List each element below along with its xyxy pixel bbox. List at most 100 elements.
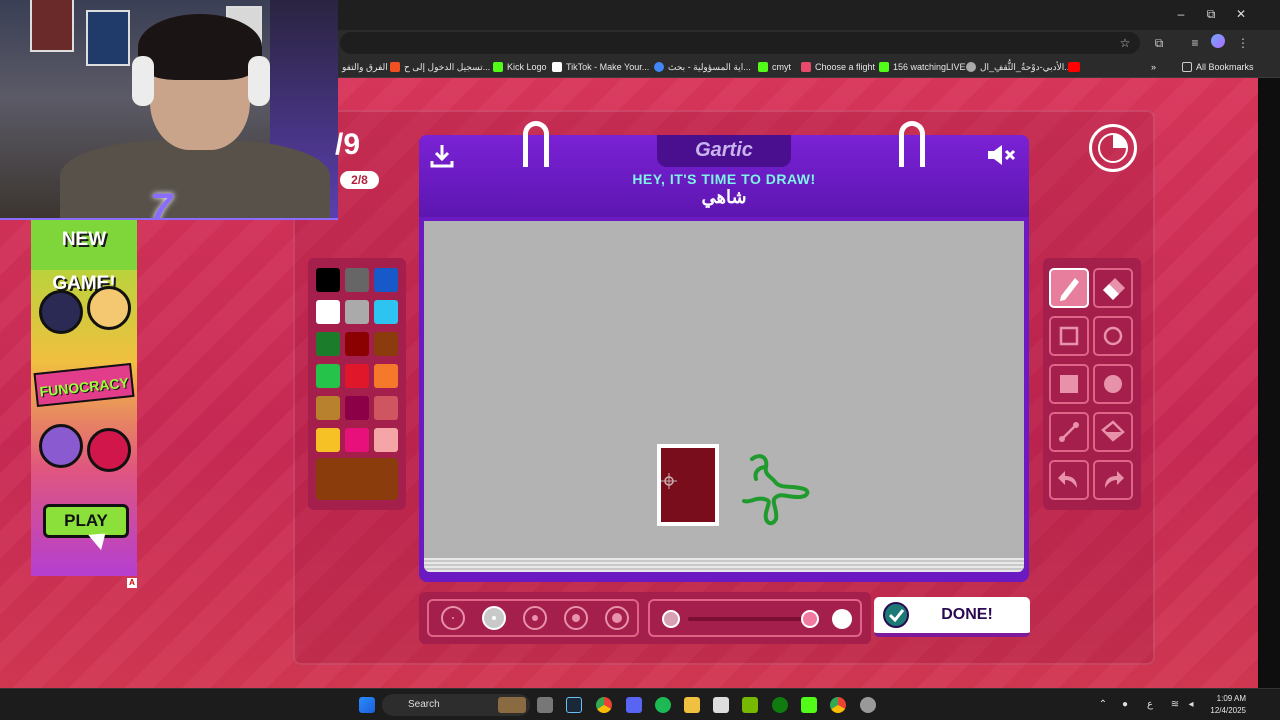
brush-size-button[interactable] <box>441 606 465 630</box>
fill-bucket-tool-button[interactable] <box>1093 412 1133 452</box>
start-icon[interactable] <box>359 697 375 713</box>
nvidia-icon[interactable] <box>742 697 758 713</box>
minimize-button[interactable]: – <box>1170 4 1192 24</box>
download-icon[interactable] <box>427 141 457 171</box>
file-explorer-icon[interactable] <box>684 697 700 713</box>
line-tool-button[interactable] <box>1049 412 1089 452</box>
wall-poster <box>30 0 74 52</box>
undo-button[interactable] <box>1049 460 1089 500</box>
discord-icon[interactable] <box>626 697 642 713</box>
bookmark-item[interactable]: 156 watchingLIVE <box>879 59 966 75</box>
eraser-tool-button[interactable] <box>1093 268 1133 308</box>
bookmark-item[interactable]: Kick Logo <box>493 59 547 75</box>
spotify-icon[interactable] <box>655 697 671 713</box>
color-swatch[interactable] <box>345 268 369 292</box>
color-swatch[interactable] <box>374 268 398 292</box>
undo-icon <box>1058 471 1077 488</box>
rectangle-outline-tool-button[interactable] <box>1049 316 1089 356</box>
rectangle-fill-tool-button[interactable] <box>1049 364 1089 404</box>
color-swatch[interactable] <box>374 300 398 324</box>
color-swatch[interactable] <box>316 300 340 324</box>
redo-button[interactable] <box>1093 460 1133 500</box>
brush-size-button[interactable] <box>523 606 547 630</box>
address-bar[interactable] <box>340 32 1140 54</box>
language-indicator[interactable]: ع <box>1143 698 1157 712</box>
color-swatch[interactable] <box>345 300 369 324</box>
bookmark-item[interactable]: تسجيل الدخول إلى ح... <box>390 59 490 75</box>
bookmarks-overflow-button[interactable]: » <box>1151 59 1156 75</box>
all-bookmarks-button[interactable]: All Bookmarks <box>1182 59 1254 75</box>
color-swatch[interactable] <box>316 364 340 388</box>
bookmark-item[interactable]: اية المسؤولية - بحث... <box>654 59 751 75</box>
color-swatch[interactable] <box>345 364 369 388</box>
done-button[interactable]: DONE! <box>874 597 1030 637</box>
color-swatch[interactable] <box>316 428 340 452</box>
microphone-icon[interactable]: ● <box>1118 698 1132 712</box>
color-palette <box>308 258 406 510</box>
color-swatch[interactable] <box>316 396 340 420</box>
color-swatch[interactable] <box>316 332 340 356</box>
maximize-button[interactable]: ⧉ <box>1200 4 1222 24</box>
media-icon[interactable]: ≡ <box>1186 34 1204 52</box>
extensions-icon[interactable]: ⧉ <box>1150 34 1168 52</box>
color-swatch[interactable] <box>345 332 369 356</box>
page-scrollbar[interactable] <box>1258 78 1280 688</box>
color-swatch[interactable] <box>374 332 398 356</box>
drawing-canvas[interactable] <box>424 221 1024 558</box>
redo-icon <box>1105 471 1124 488</box>
notification-icon[interactable] <box>1258 698 1272 712</box>
opacity-track[interactable] <box>688 617 810 621</box>
volume-icon[interactable]: ◂ <box>1184 698 1198 712</box>
pencil-icon <box>1060 278 1079 301</box>
bookmark-item[interactable]: الأدبي-دوْحةُ_الثُّقفِ_ال... <box>966 59 1072 75</box>
store-icon[interactable] <box>713 697 729 713</box>
ad-choices-badge[interactable]: A <box>127 578 137 588</box>
bookmark-item[interactable]: cmyt <box>758 59 791 75</box>
brush-size-button[interactable] <box>605 606 629 630</box>
draw-prompt: HEY, IT'S TIME TO DRAW! <box>632 171 816 187</box>
bookmark-label: cmyt <box>772 62 791 72</box>
color-swatch[interactable] <box>345 396 369 420</box>
brush-size-button[interactable] <box>564 606 588 630</box>
menu-icon[interactable]: ⋮ <box>1234 34 1252 52</box>
chrome-profile-icon[interactable] <box>830 697 846 713</box>
bookmark-item[interactable]: الفرق والتفو <box>342 59 388 75</box>
settings-icon[interactable] <box>860 697 876 713</box>
pencil-tool-button[interactable] <box>1049 268 1089 308</box>
ad-play-button[interactable]: PLAY <box>43 504 129 538</box>
color-swatch[interactable] <box>316 268 340 292</box>
kick-app-icon[interactable] <box>801 697 817 713</box>
current-color-swatch <box>316 458 398 500</box>
ad-banner[interactable]: NEW GAME! FUNOCRACY PLAY <box>31 218 137 576</box>
color-swatch[interactable] <box>374 428 398 452</box>
drawing-card: Gartic HEY, IT'S TIME TO DRAW! شاهي <box>419 121 1029 582</box>
clock-time[interactable]: 1:09 AM <box>1200 694 1246 703</box>
circle-fill-tool-button[interactable] <box>1093 364 1133 404</box>
steam-icon[interactable] <box>566 697 582 713</box>
brush-size-dot <box>572 614 580 622</box>
bookmark-item[interactable] <box>1068 59 1080 75</box>
tray-overflow-icon[interactable]: ⌃ <box>1096 698 1110 712</box>
xbox-icon[interactable] <box>772 697 788 713</box>
brush-size-group <box>427 599 639 637</box>
profile-avatar[interactable] <box>1211 34 1225 48</box>
star-icon[interactable]: ☆ <box>1116 34 1134 52</box>
color-swatch[interactable] <box>345 428 369 452</box>
mute-icon[interactable] <box>985 141 1019 169</box>
square-outline-icon <box>1059 326 1079 346</box>
clock-date[interactable]: 12/4/2025 <box>1200 706 1246 715</box>
circle-outline-tool-button[interactable] <box>1093 316 1133 356</box>
brush-controls <box>419 592 871 644</box>
opacity-slider[interactable] <box>648 599 862 637</box>
brush-size-button[interactable] <box>482 606 506 630</box>
opacity-thumb[interactable] <box>801 610 819 628</box>
bookmark-item[interactable]: TikTok - Make Your... <box>552 59 649 75</box>
color-swatch[interactable] <box>374 364 398 388</box>
bookmark-item[interactable]: Choose a flight <box>801 59 875 75</box>
color-swatch[interactable] <box>374 396 398 420</box>
wifi-icon[interactable]: ≋ <box>1168 698 1182 712</box>
wall-poster <box>86 10 130 66</box>
chrome-icon[interactable] <box>596 697 612 713</box>
camera-icon[interactable] <box>537 697 553 713</box>
close-button[interactable]: ✕ <box>1230 4 1252 24</box>
